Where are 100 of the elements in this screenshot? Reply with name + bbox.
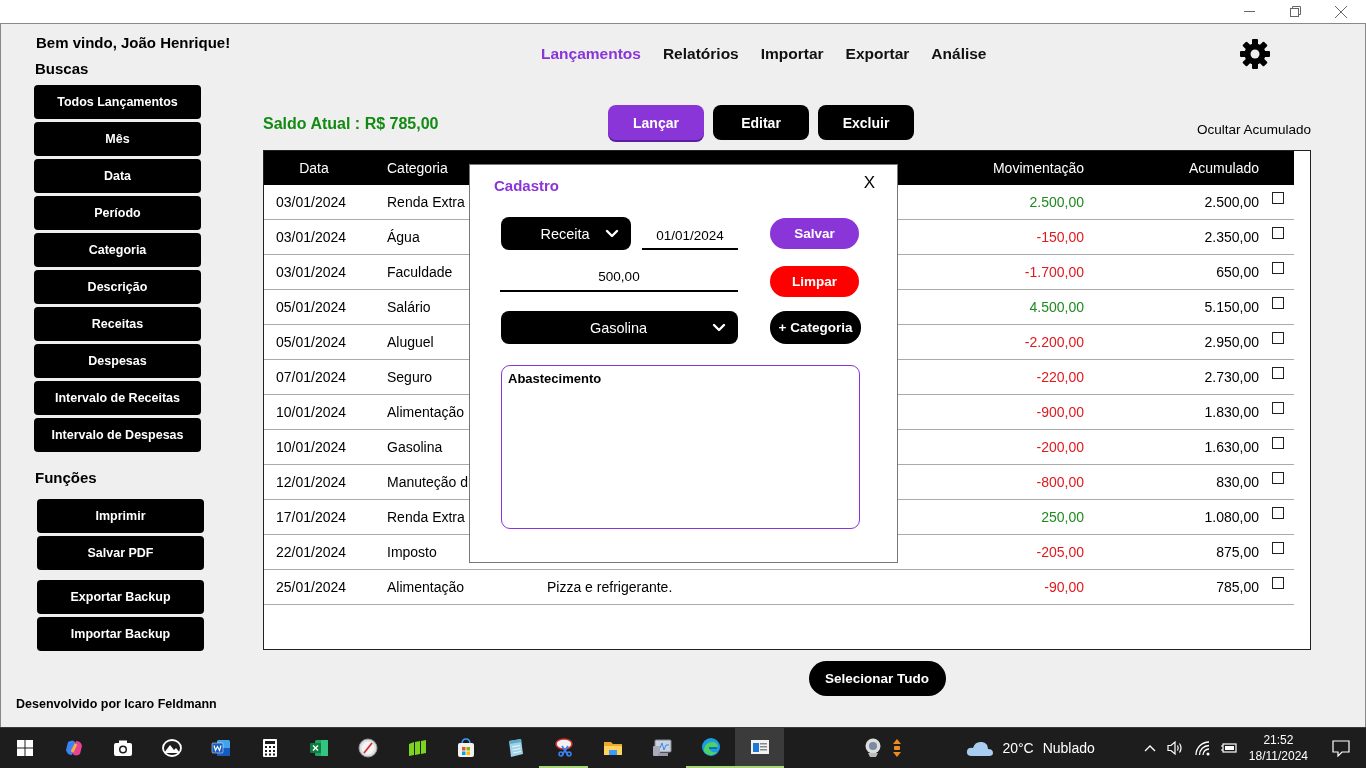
cloud-icon[interactable] xyxy=(966,739,995,757)
row-checkbox[interactable] xyxy=(1272,472,1284,484)
notification-icon[interactable] xyxy=(1332,739,1350,757)
clock-date[interactable]: 18/11/2024 xyxy=(1248,748,1308,764)
filter-button[interactable]: Período xyxy=(34,196,201,230)
compass-icon xyxy=(357,738,378,758)
updown-arrows-icon[interactable] xyxy=(892,738,903,758)
table-cell-text: Pizza e refrigerante. xyxy=(546,579,673,595)
table-cell-text: 03/01/2024 xyxy=(275,194,347,210)
filter-button[interactable]: Receitas xyxy=(34,307,201,341)
nav-tab[interactable]: Análise xyxy=(931,45,987,63)
filter-button[interactable]: Categoria xyxy=(34,233,201,267)
toggle-link[interactable]: Ocultar Acumulado xyxy=(1196,122,1311,137)
section-title: Buscas xyxy=(35,59,89,79)
column-header: Categoria xyxy=(386,160,448,176)
function-button[interactable]: Exportar Backup xyxy=(37,580,204,614)
row-checkbox[interactable] xyxy=(1272,262,1284,274)
webcam-icon[interactable] xyxy=(864,738,883,758)
amount-field[interactable]: 500,00 xyxy=(500,263,738,292)
table-cell-text: Renda Extra xyxy=(386,194,465,210)
type-select[interactable]: Receita xyxy=(501,217,631,250)
camera-icon xyxy=(112,738,133,758)
nav-tab[interactable]: Importar xyxy=(760,45,824,63)
add-category-button[interactable]: + Categoria xyxy=(770,311,861,344)
table-cell-text: 2.350,00 xyxy=(1204,229,1260,245)
row-checkbox[interactable] xyxy=(1272,577,1284,589)
table-cell-text: Seguro xyxy=(386,369,433,385)
row-checkbox[interactable] xyxy=(1272,192,1284,204)
nav-tab[interactable]: Exportar xyxy=(845,45,910,63)
table-cell-text: -900,00 xyxy=(1036,404,1085,420)
table-cell-text: Aluguel xyxy=(386,334,434,350)
action-button[interactable]: Excluir xyxy=(818,105,914,140)
filter-button[interactable]: Intervalo de Receitas xyxy=(34,381,201,415)
description-field[interactable]: Abastecimento xyxy=(501,365,860,529)
chevron-up-icon[interactable] xyxy=(1143,744,1156,752)
table-cell-text: 10/01/2024 xyxy=(275,404,347,420)
table-cell-text: 1.630,00 xyxy=(1204,439,1260,455)
table-cell-text: Alimentação xyxy=(386,579,465,595)
row-checkbox[interactable] xyxy=(1272,542,1284,554)
action-button[interactable]: Lançar xyxy=(608,105,704,140)
filter-button[interactable]: Mês xyxy=(34,122,201,156)
action-button[interactable]: Editar xyxy=(713,105,809,140)
table-cell-text: -205,00 xyxy=(1036,544,1085,560)
table-cell-text: 5.150,00 xyxy=(1204,299,1260,315)
table-cell-text: 1.080,00 xyxy=(1204,509,1260,525)
close-icon[interactable] xyxy=(1335,5,1347,18)
clear-button[interactable]: Limpar xyxy=(770,266,859,297)
row-checkbox[interactable] xyxy=(1272,402,1284,414)
speaker-icon[interactable] xyxy=(1165,740,1184,756)
table-cell-text: 875,00 xyxy=(1216,544,1260,560)
row-checkbox[interactable] xyxy=(1272,227,1284,239)
column-header: Movimentação xyxy=(992,160,1085,176)
nav-tab[interactable]: Relatórios xyxy=(662,45,739,63)
category-select[interactable]: Gasolina xyxy=(501,311,738,344)
temperature-text[interactable]: 20°C xyxy=(1002,740,1034,756)
table-cell-text: -800,00 xyxy=(1036,474,1085,490)
table-cell-text: -90,00 xyxy=(1044,579,1085,595)
table-cell-text: Alimentação xyxy=(386,404,465,420)
table-cell-text: 2.500,00 xyxy=(1204,194,1260,210)
select-all-button[interactable]: Selecionar Tudo xyxy=(808,661,946,696)
table-cell-text: -220,00 xyxy=(1036,369,1085,385)
table-cell-text: -2.200,00 xyxy=(1024,334,1085,350)
filter-button[interactable]: Todos Lançamentos xyxy=(34,85,201,119)
wifi-icon[interactable] xyxy=(1193,740,1210,756)
settings-icon[interactable] xyxy=(1239,38,1271,70)
table-cell-text: 12/01/2024 xyxy=(275,474,347,490)
weather-text[interactable]: Nublado xyxy=(1042,740,1095,756)
mountain-icon xyxy=(161,738,182,758)
table-cell-text: 03/01/2024 xyxy=(275,229,347,245)
row-checkbox[interactable] xyxy=(1272,507,1284,519)
table-cell-text: 250,00 xyxy=(1041,509,1085,525)
filter-button[interactable]: Descrição xyxy=(34,270,201,304)
table-cell-text: 05/01/2024 xyxy=(275,299,347,315)
table-cell-text: 17/01/2024 xyxy=(275,509,347,525)
nav-tab[interactable]: Lançamentos xyxy=(541,45,641,63)
filter-button[interactable]: Intervalo de Despesas xyxy=(34,418,201,452)
clock-time[interactable]: 21:52 xyxy=(1263,732,1294,748)
row-checkbox[interactable] xyxy=(1272,297,1284,309)
function-button[interactable]: Imprimir xyxy=(37,499,204,533)
restore-icon[interactable] xyxy=(1289,6,1301,17)
taskbar-app[interactable] xyxy=(735,728,784,768)
function-button[interactable]: Importar Backup xyxy=(37,617,204,651)
footer-text: Desenvolvido por Icaro Feldmann xyxy=(16,697,217,711)
filter-button[interactable]: Data xyxy=(34,159,201,193)
chevron-icon xyxy=(712,323,726,332)
table-cell-text: 785,00 xyxy=(1216,579,1260,595)
close-button[interactable]: X xyxy=(863,173,875,193)
row-checkbox[interactable] xyxy=(1272,332,1284,344)
battery-icon[interactable] xyxy=(1219,741,1238,755)
table-cell-text: Imposto xyxy=(386,544,437,560)
spreadsheet-icon xyxy=(308,738,329,758)
row-checkbox[interactable] xyxy=(1272,367,1284,379)
function-button[interactable]: Salvar PDF xyxy=(37,536,204,570)
save-button[interactable]: Salvar xyxy=(770,218,859,249)
row-checkbox[interactable] xyxy=(1272,437,1284,449)
document-icon xyxy=(210,738,231,758)
swirl-icon xyxy=(700,737,721,757)
filter-button[interactable]: Despesas xyxy=(34,344,201,378)
date-field[interactable]: 01/01/2024 xyxy=(642,222,738,250)
table-cell-text: Manuteção d xyxy=(386,474,468,490)
